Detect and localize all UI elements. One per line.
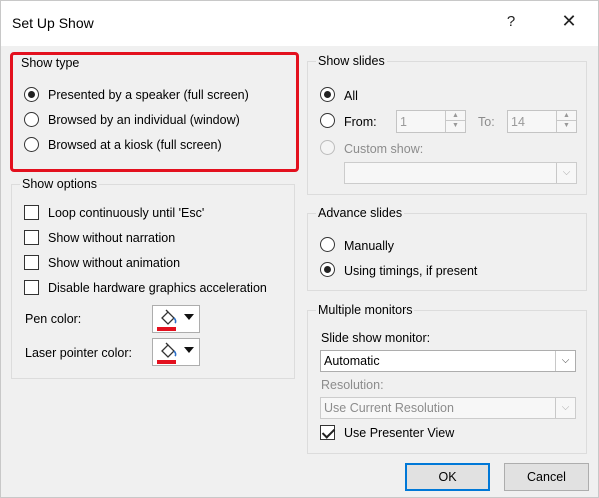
laser-color-swatch bbox=[157, 360, 176, 364]
advance-slides-title: Advance slides bbox=[316, 206, 405, 220]
from-value: 1 bbox=[400, 115, 407, 129]
pen-color-button[interactable] bbox=[152, 305, 200, 333]
radio-using-timings[interactable] bbox=[320, 262, 335, 277]
spin-up-icon[interactable]: ▲ bbox=[557, 111, 576, 121]
to-spinner[interactable]: 14 ▲ ▼ bbox=[507, 110, 577, 133]
label-all-slides: All bbox=[344, 89, 358, 103]
custom-show-select[interactable]: ⌵ bbox=[344, 162, 577, 184]
monitor-value: Automatic bbox=[324, 354, 380, 368]
label-laser-color: Laser pointer color: bbox=[25, 346, 133, 360]
label-to: To: bbox=[478, 115, 495, 129]
paint-bucket-icon bbox=[161, 342, 177, 358]
spin-up-icon[interactable]: ▲ bbox=[446, 111, 465, 121]
chevron-down-icon: ⌵ bbox=[556, 163, 576, 183]
show-options-title: Show options bbox=[20, 177, 100, 191]
label-without-narration: Show without narration bbox=[48, 231, 176, 245]
chevron-down-icon: ⌵ bbox=[555, 351, 575, 371]
label-loop-continuously: Loop continuously until 'Esc' bbox=[48, 206, 205, 220]
checkbox-disable-hw-accel[interactable] bbox=[24, 280, 39, 295]
checkbox-presenter-view[interactable] bbox=[320, 425, 335, 440]
resolution-select[interactable]: Use Current Resolution ⌵ bbox=[320, 397, 576, 419]
resolution-value: Use Current Resolution bbox=[324, 401, 454, 415]
label-presenter-view: Use Presenter View bbox=[344, 426, 455, 440]
label-from: From: bbox=[344, 115, 377, 129]
chevron-down-icon bbox=[184, 347, 194, 353]
from-spinner[interactable]: 1 ▲ ▼ bbox=[396, 110, 466, 133]
label-using-timings: Using timings, if present bbox=[344, 264, 478, 278]
pen-color-swatch bbox=[157, 327, 176, 331]
checkbox-without-narration[interactable] bbox=[24, 230, 39, 245]
title-bar: Set Up Show ? ✕ bbox=[0, 0, 599, 46]
label-disable-hw-accel: Disable hardware graphics acceleration bbox=[48, 281, 267, 295]
multiple-monitors-title: Multiple monitors bbox=[316, 303, 415, 317]
paint-bucket-icon bbox=[161, 309, 177, 325]
ok-button[interactable]: OK bbox=[405, 463, 490, 491]
radio-custom-show[interactable] bbox=[320, 140, 335, 155]
help-button[interactable]: ? bbox=[496, 13, 526, 30]
spin-down-icon[interactable]: ▼ bbox=[557, 121, 576, 131]
window-title: Set Up Show bbox=[12, 15, 94, 31]
cancel-button[interactable]: Cancel bbox=[504, 463, 589, 491]
chevron-down-icon bbox=[184, 314, 194, 320]
checkbox-without-animation[interactable] bbox=[24, 255, 39, 270]
close-icon[interactable]: ✕ bbox=[554, 11, 584, 32]
label-without-animation: Show without animation bbox=[48, 256, 181, 270]
label-resolution: Resolution: bbox=[321, 378, 384, 392]
label-slide-show-monitor: Slide show monitor: bbox=[321, 331, 431, 345]
label-custom-show: Custom show: bbox=[344, 142, 424, 156]
show-slides-title: Show slides bbox=[316, 54, 387, 68]
laser-color-button[interactable] bbox=[152, 338, 200, 366]
chevron-down-icon: ⌵ bbox=[555, 398, 575, 418]
checkbox-loop-continuously[interactable] bbox=[24, 205, 39, 220]
monitor-select[interactable]: Automatic ⌵ bbox=[320, 350, 576, 372]
radio-manually[interactable] bbox=[320, 237, 335, 252]
spin-down-icon[interactable]: ▼ bbox=[446, 121, 465, 131]
label-pen-color: Pen color: bbox=[25, 312, 82, 326]
highlight-box bbox=[10, 52, 299, 172]
radio-all-slides[interactable] bbox=[320, 87, 335, 102]
to-value: 14 bbox=[511, 115, 525, 129]
label-manually: Manually bbox=[344, 239, 395, 253]
radio-from-slides[interactable] bbox=[320, 113, 335, 128]
